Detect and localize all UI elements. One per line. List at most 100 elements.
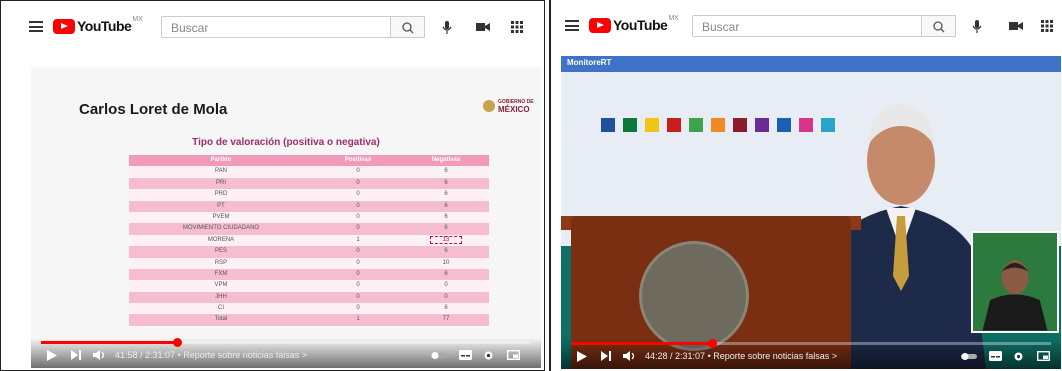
- cell-positivas: 0: [356, 305, 360, 312]
- time-display: 41:58 / 2:31:07: [115, 350, 176, 360]
- progress-bar[interactable]: [571, 339, 1051, 348]
- chapter-chevron-icon[interactable]: >: [832, 351, 837, 361]
- autoplay-toggle-icon[interactable]: [431, 352, 447, 359]
- create-video-icon[interactable]: [1009, 20, 1023, 32]
- government-logo-text: GOBIERNO DE MÉXICO: [498, 100, 534, 115]
- time-and-chapter: 44:28 / 2:31:07 • Reporte sobre noticias…: [645, 351, 837, 361]
- cell-partido: VPM: [214, 282, 228, 289]
- progress-scrubber[interactable]: [173, 338, 183, 347]
- youtube-top-bar: YouTube MX Buscar: [551, 0, 1062, 50]
- cell-positivas: 0: [356, 270, 360, 277]
- search-input[interactable]: Buscar: [692, 15, 922, 37]
- cell-partido: MORENA: [207, 236, 235, 243]
- cell-partido: JHH: [215, 293, 227, 300]
- table-row: FXM 0 6: [129, 268, 489, 281]
- play-icon[interactable]: [47, 350, 57, 361]
- youtube-logo[interactable]: YouTube MX: [53, 16, 143, 34]
- table-row: PRI 0 6: [129, 177, 489, 190]
- youtube-wordmark: YouTube: [613, 17, 668, 33]
- search-button[interactable]: [391, 16, 425, 38]
- table-row: PAN 0 6: [129, 166, 489, 178]
- table-row: MORENA 1 13: [129, 234, 489, 247]
- miniplayer-icon[interactable]: [1037, 351, 1050, 361]
- table-row: JHH 0 0: [129, 291, 489, 304]
- play-icon[interactable]: [577, 351, 587, 362]
- table-header-row: Partido Positivas Negativas: [129, 155, 489, 167]
- time-display: 44:28 / 2:31:07: [645, 351, 706, 361]
- government-logo-big: MÉXICO: [498, 105, 530, 114]
- country-code: MX: [668, 14, 679, 22]
- table-row: PRD 0 6: [129, 189, 489, 201]
- cell-negativas: 6: [444, 191, 448, 198]
- cell-positivas: 0: [356, 259, 360, 266]
- cell-negativas: 0: [444, 293, 448, 300]
- highlighted-value: 13: [429, 235, 463, 244]
- next-icon[interactable]: [601, 351, 611, 361]
- volume-icon[interactable]: [623, 351, 637, 361]
- video-player[interactable]: Carlos Loret de Mola GOBIERNO DE MÉXICO …: [31, 67, 541, 368]
- menu-icon[interactable]: [29, 21, 43, 32]
- table-title: Tipo de valoración (positiva o negativa): [192, 137, 380, 148]
- table-row: RSP 0 10: [129, 257, 489, 269]
- table-row: CI 0 6: [129, 303, 489, 315]
- search-button[interactable]: [922, 15, 956, 37]
- progress-scrubber[interactable]: [708, 339, 718, 348]
- cell-negativas: 6: [444, 270, 448, 277]
- mic-icon[interactable]: [971, 20, 983, 34]
- cell-negativas: 6: [444, 179, 448, 186]
- cell-positivas: 0: [356, 282, 360, 289]
- youtube-top-bar: YouTube MX Buscar: [1, 1, 544, 51]
- mic-icon[interactable]: [441, 21, 453, 35]
- header-positivas: Positivas: [344, 157, 372, 163]
- dual-window-screen: YouTube MX Buscar Carlos Loret de Mola G…: [0, 0, 1062, 371]
- apps-grid-icon[interactable]: [1041, 20, 1053, 32]
- settings-gear-icon[interactable]: [1013, 351, 1024, 362]
- table-row: MOVIMIENTO CIUDADANO 0 6: [129, 223, 489, 235]
- cell-negativas: 13: [403, 235, 489, 246]
- chapter-title[interactable]: • Reporte sobre noticias falsas: [178, 350, 300, 360]
- next-icon[interactable]: [71, 350, 81, 360]
- cell-partido: PRD: [214, 191, 228, 198]
- autoplay-toggle-icon[interactable]: [961, 353, 977, 360]
- progress-played: [571, 342, 713, 345]
- time-and-chapter: 41:58 / 2:31:07 • Reporte sobre noticias…: [115, 350, 307, 360]
- cell-partido: RSP: [214, 259, 228, 266]
- cell-positivas: 0: [356, 248, 360, 255]
- chapter-title[interactable]: • Reporte sobre noticias falsas: [708, 351, 830, 361]
- cell-positivas: 0: [356, 191, 360, 198]
- table-row: VPM 0 0: [129, 280, 489, 292]
- table-row: PT 0 6: [129, 200, 489, 212]
- settings-gear-icon[interactable]: [483, 350, 494, 361]
- government-seal-icon: [483, 100, 495, 112]
- search-input[interactable]: Buscar: [161, 16, 391, 38]
- volume-icon[interactable]: [93, 350, 107, 360]
- cell-negativas: 10: [442, 259, 450, 266]
- cell-partido: PES: [214, 248, 227, 255]
- subtitles-icon[interactable]: [989, 351, 1002, 361]
- valoracion-table: Partido Positivas Negativas PAN 0 6 PRI 0 6 PR…: [129, 155, 489, 326]
- cell-positivas: 0: [356, 168, 360, 175]
- apps-grid-icon[interactable]: [511, 21, 523, 33]
- player-controls: 44:28 / 2:31:07 • Reporte sobre noticias…: [561, 339, 1061, 369]
- search-icon: [933, 21, 945, 33]
- player-controls: 41:58 / 2:31:07 • Reporte sobre noticias…: [31, 338, 541, 368]
- youtube-logo[interactable]: YouTube MX: [589, 14, 679, 33]
- monitor-logo: MonitoreRT: [567, 58, 612, 67]
- cell-partido: CI: [218, 305, 224, 312]
- cell-negativas: 6: [444, 305, 448, 312]
- header-negativas: Negativas: [431, 157, 461, 163]
- menu-icon[interactable]: [565, 20, 579, 31]
- miniplayer-icon[interactable]: [507, 350, 520, 360]
- cell-negativas: 6: [444, 225, 448, 232]
- cell-positivas: 0: [356, 179, 360, 186]
- video-player[interactable]: MonitoreRT 44:28 / 2:31:07 • Reporte sob…: [561, 56, 1061, 369]
- youtube-wordmark: YouTube: [77, 18, 132, 34]
- progress-bar[interactable]: [41, 338, 531, 347]
- cell-positivas: 0: [356, 293, 360, 300]
- cell-negativas: 77: [442, 316, 450, 323]
- chapter-chevron-icon[interactable]: >: [302, 350, 307, 360]
- cell-positivas: 0: [356, 202, 360, 209]
- cell-negativas: 6: [444, 202, 448, 209]
- create-video-icon[interactable]: [476, 21, 490, 33]
- subtitles-icon[interactable]: [459, 350, 472, 360]
